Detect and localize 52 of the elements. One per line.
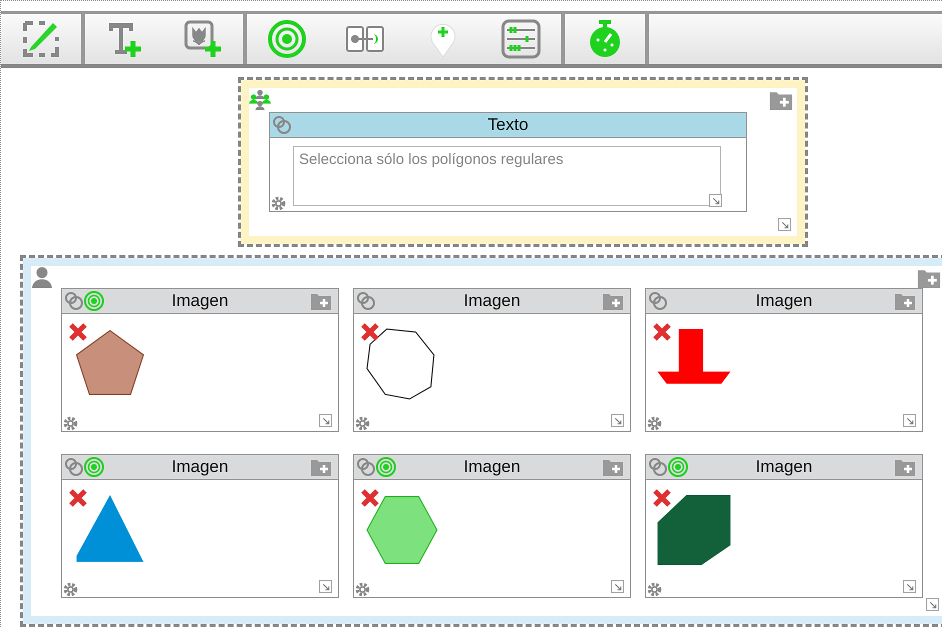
- settings-icon[interactable]: [354, 415, 371, 432]
- settings-icon[interactable]: [62, 415, 79, 432]
- target-icon[interactable]: [267, 19, 307, 59]
- settings-icon[interactable]: [354, 581, 371, 598]
- folder-add-icon[interactable]: [894, 458, 916, 476]
- card-title: Imagen: [464, 457, 520, 477]
- delete-icon[interactable]: [68, 322, 88, 342]
- parallelogram-shape[interactable]: [656, 492, 732, 568]
- resize-icon[interactable]: [611, 414, 624, 427]
- users-icon: [249, 88, 271, 110]
- text-field[interactable]: Selecciona sólo los polígonos regulares: [293, 146, 721, 206]
- card-title: Imagen: [172, 457, 228, 477]
- user-icon: [31, 266, 53, 288]
- card-title: Imagen: [756, 291, 812, 311]
- folder-add-icon[interactable]: [602, 292, 624, 310]
- delete-icon[interactable]: [652, 488, 672, 508]
- folder-add-icon[interactable]: [769, 90, 793, 110]
- delete-icon[interactable]: [360, 322, 380, 342]
- add-image-icon[interactable]: [183, 19, 223, 59]
- abacus-icon[interactable]: [501, 19, 541, 59]
- settings-icon[interactable]: [646, 581, 663, 598]
- link-icon[interactable]: [648, 291, 668, 311]
- delete-icon[interactable]: [68, 488, 88, 508]
- card-title: Imagen: [172, 291, 228, 311]
- folder-add-icon[interactable]: [602, 458, 624, 476]
- edit-icon[interactable]: [21, 19, 61, 59]
- resize-icon[interactable]: [611, 580, 624, 593]
- resize-icon[interactable]: [926, 598, 939, 611]
- folder-add-icon[interactable]: [310, 458, 332, 476]
- settings-icon[interactable]: [646, 415, 663, 432]
- link-icon[interactable]: [356, 457, 376, 477]
- resize-icon[interactable]: [319, 414, 332, 427]
- link-icon[interactable]: [64, 457, 84, 477]
- settings-icon[interactable]: [270, 195, 287, 212]
- card-title: Imagen: [756, 457, 812, 477]
- link-icon[interactable]: [648, 457, 668, 477]
- link-icon[interactable]: [272, 115, 292, 135]
- link-icon[interactable]: [64, 291, 84, 311]
- resize-icon[interactable]: [709, 194, 722, 207]
- folder-add-icon[interactable]: [894, 292, 916, 310]
- card-title: Texto: [488, 115, 528, 135]
- resize-icon[interactable]: [778, 218, 791, 231]
- settings-icon[interactable]: [62, 581, 79, 598]
- resize-icon[interactable]: [319, 580, 332, 593]
- folder-add-icon[interactable]: [310, 292, 332, 310]
- card-title: Imagen: [464, 291, 520, 311]
- delete-icon[interactable]: [652, 322, 672, 342]
- delete-icon[interactable]: [360, 488, 380, 508]
- resize-icon[interactable]: [903, 580, 916, 593]
- link-icon[interactable]: [356, 291, 376, 311]
- resize-icon[interactable]: [903, 414, 916, 427]
- folder-add-icon[interactable]: [917, 268, 941, 288]
